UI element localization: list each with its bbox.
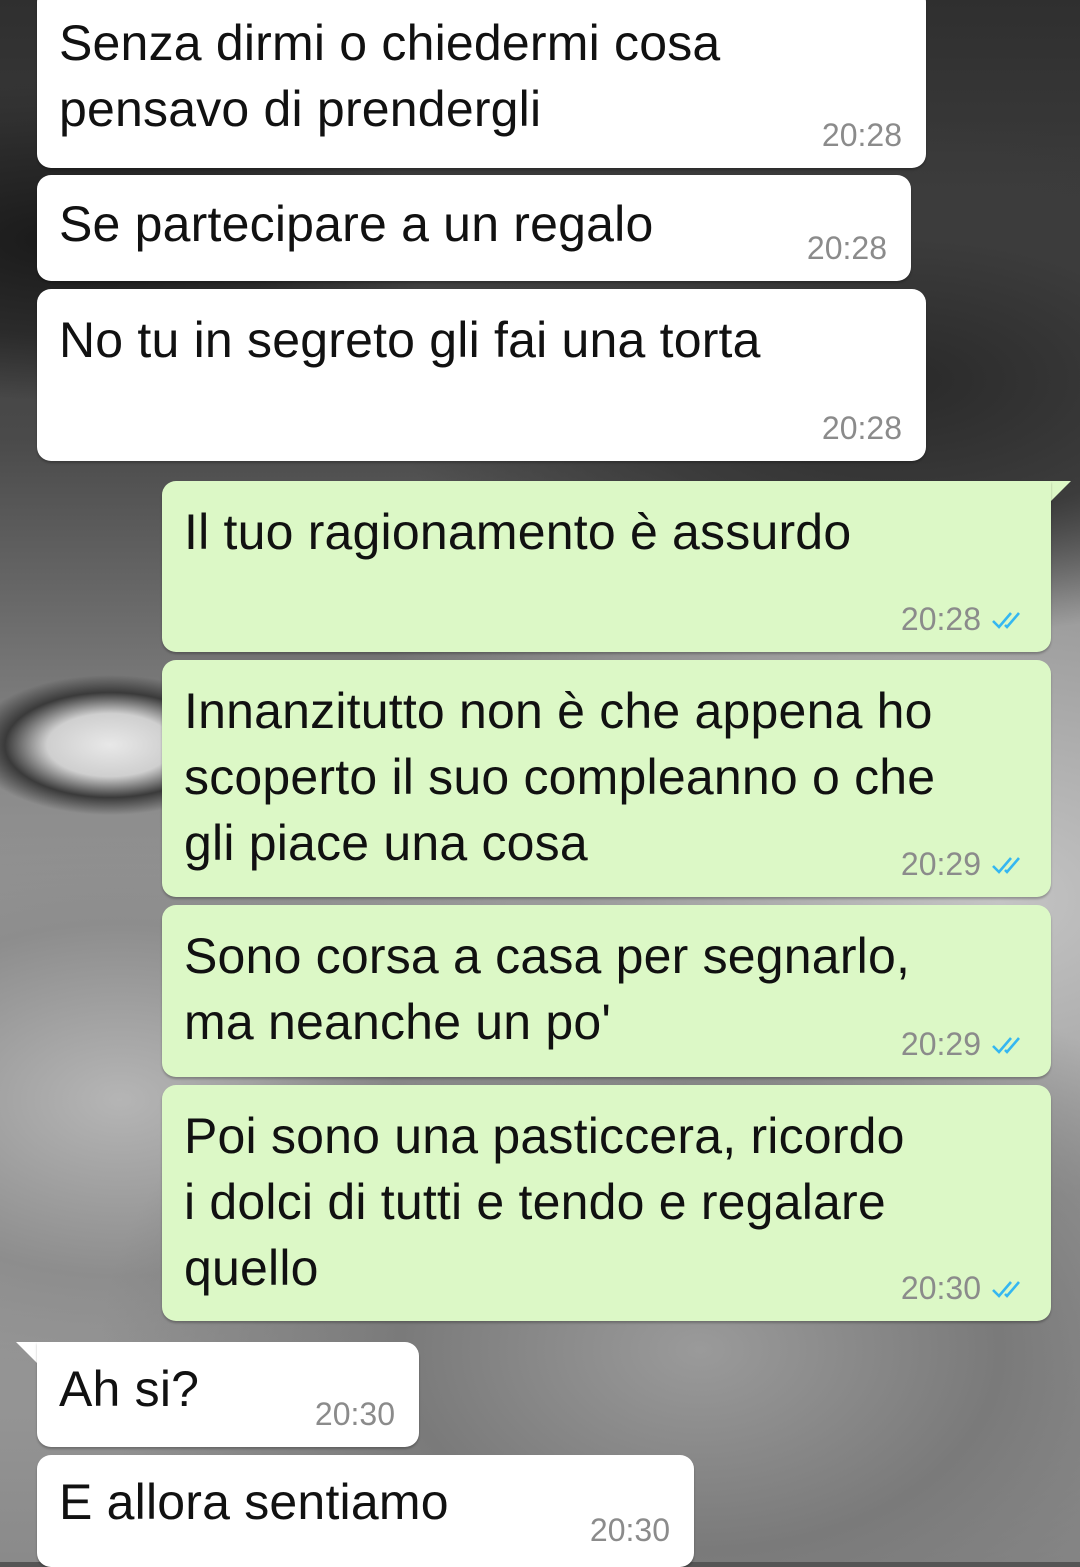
message-meta: 20:30 — [315, 1396, 395, 1433]
message-text: E allora sentiamo — [59, 1474, 449, 1530]
message-time: 20:29 — [900, 846, 981, 882]
message-bubble-outgoing[interactable]: Innanzitutto non è che appena ho scopert… — [162, 660, 1051, 897]
message-bubble-incoming[interactable]: Ah si? 20:30 — [37, 1342, 419, 1447]
double-check-icon — [992, 856, 1020, 874]
message-text: No tu in segreto gli fai una torta — [59, 312, 761, 368]
message-meta: 20:28 — [807, 230, 887, 267]
message-bubble-outgoing[interactable]: Il tuo ragionamento è assurdo 20:28 — [162, 481, 1051, 652]
message-meta: 20:29 — [901, 846, 1027, 883]
message-time: 20:30 — [589, 1512, 670, 1548]
message-bubble-outgoing[interactable]: Poi sono una pasticcera, ricordo i dolci… — [162, 1085, 1051, 1321]
message-bubble-incoming[interactable]: No tu in segreto gli fai una torta 20:28 — [37, 289, 926, 461]
message-meta: 20:28 — [822, 117, 902, 154]
message-bubble-outgoing[interactable]: Sono corsa a casa per segnarlo, ma neanc… — [162, 905, 1051, 1077]
message-time: 20:28 — [806, 230, 887, 266]
chat-conversation[interactable]: Senza dirmi o chiedermi cosa pensavo di … — [0, 0, 1080, 1567]
message-time: 20:28 — [821, 410, 902, 446]
message-bubble-incoming[interactable]: Se partecipare a un regalo 20:28 — [37, 175, 911, 281]
message-bubble-incoming[interactable]: E allora sentiamo 20:30 — [37, 1455, 694, 1567]
message-time: 20:29 — [900, 1026, 981, 1062]
double-check-icon — [992, 1036, 1020, 1054]
message-meta: 20:30 — [590, 1512, 670, 1549]
double-check-icon — [992, 611, 1020, 629]
message-meta: 20:29 — [901, 1026, 1027, 1063]
message-time: 20:28 — [900, 601, 981, 637]
message-time: 20:30 — [314, 1396, 395, 1432]
message-time: 20:28 — [821, 117, 902, 153]
message-time: 20:30 — [900, 1270, 981, 1306]
message-text: Senza dirmi o chiedermi cosa pensavo di … — [59, 15, 721, 137]
message-text: Il tuo ragionamento è assurdo — [184, 504, 852, 560]
double-check-icon — [992, 1280, 1020, 1298]
message-text: Se partecipare a un regalo — [59, 196, 654, 252]
message-meta: 20:28 — [822, 410, 902, 447]
message-meta: 20:30 — [901, 1270, 1027, 1307]
message-bubble-incoming[interactable]: Senza dirmi o chiedermi cosa pensavo di … — [37, 0, 926, 168]
message-meta: 20:28 — [901, 601, 1027, 638]
